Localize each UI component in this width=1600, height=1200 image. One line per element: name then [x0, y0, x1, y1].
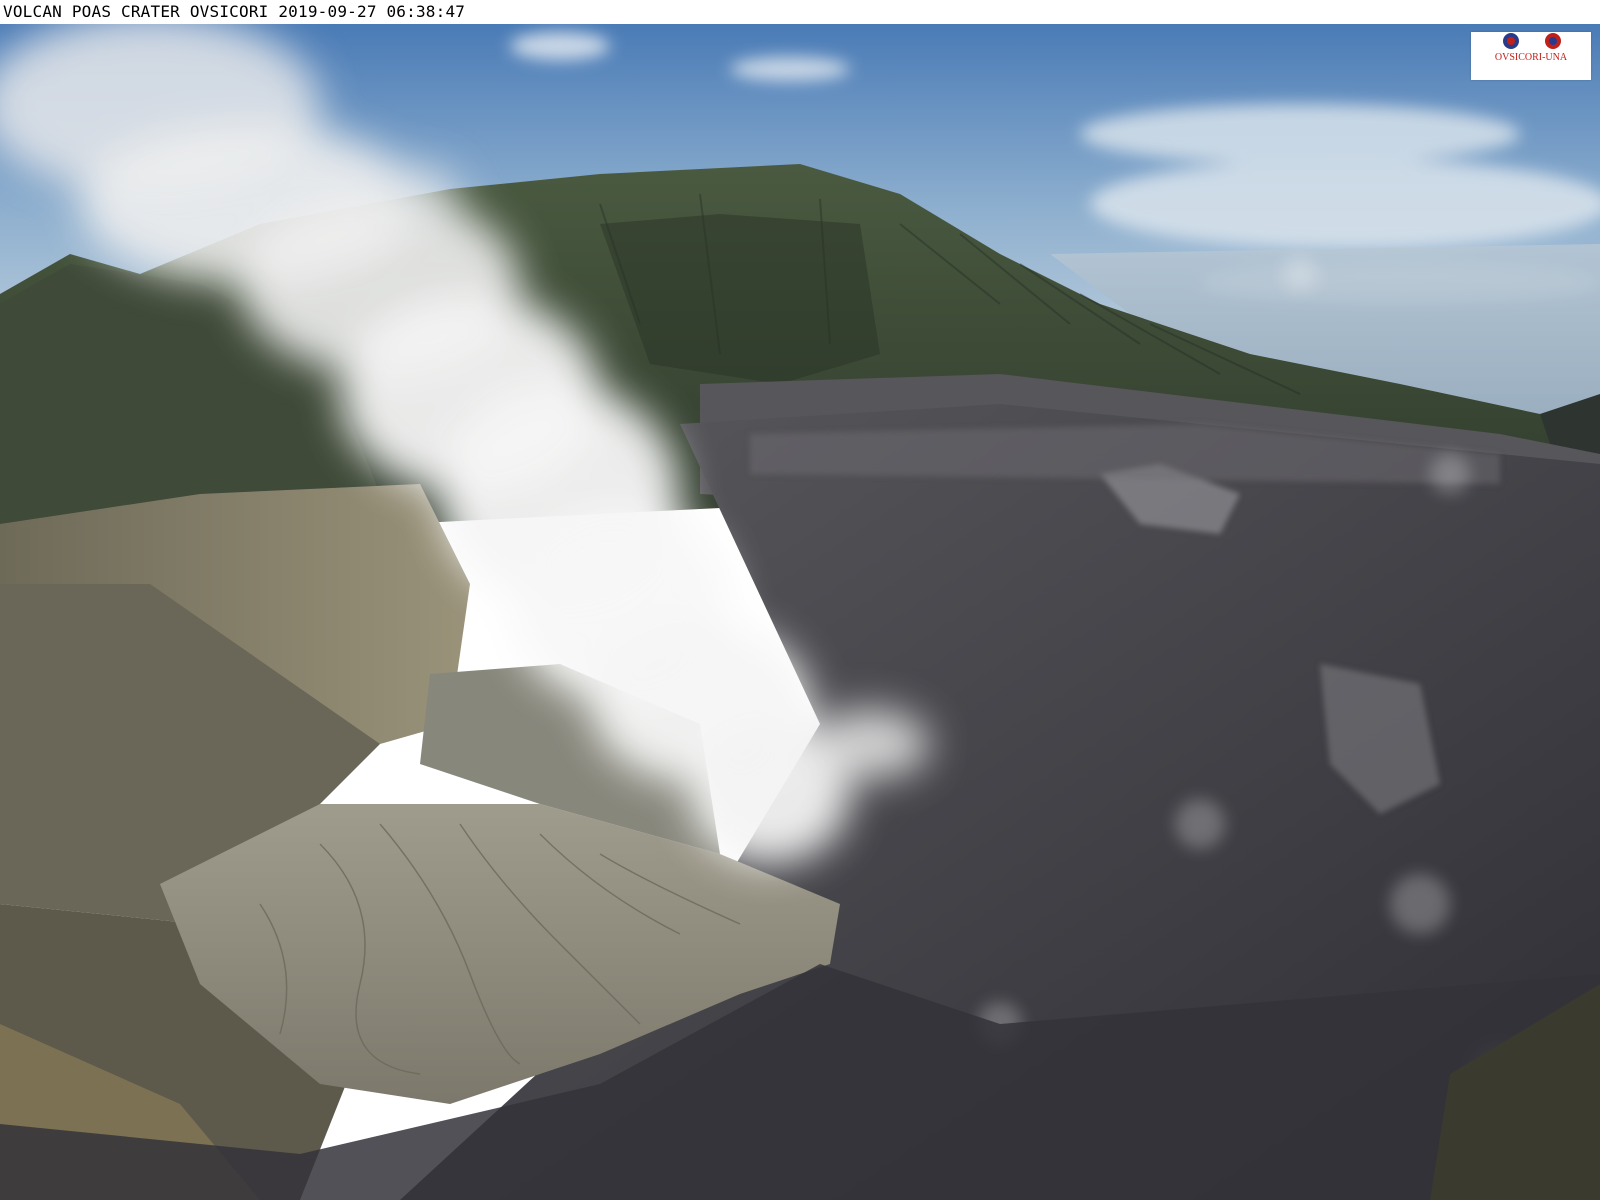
logo-text: OVSICORI-UNA — [1494, 52, 1568, 63]
crater-scene-image — [0, 24, 1600, 1200]
camera-caption: VOLCAN POAS CRATER OVSICORI 2019-09-27 0… — [3, 2, 466, 21]
webcam-frame: VOLCAN POAS CRATER OVSICORI 2019-09-27 0… — [0, 0, 1600, 1200]
caption-bar: VOLCAN POAS CRATER OVSICORI 2019-09-27 0… — [0, 0, 1600, 24]
ovsicori-logo: OVSICORI-UNA — [1471, 32, 1591, 80]
